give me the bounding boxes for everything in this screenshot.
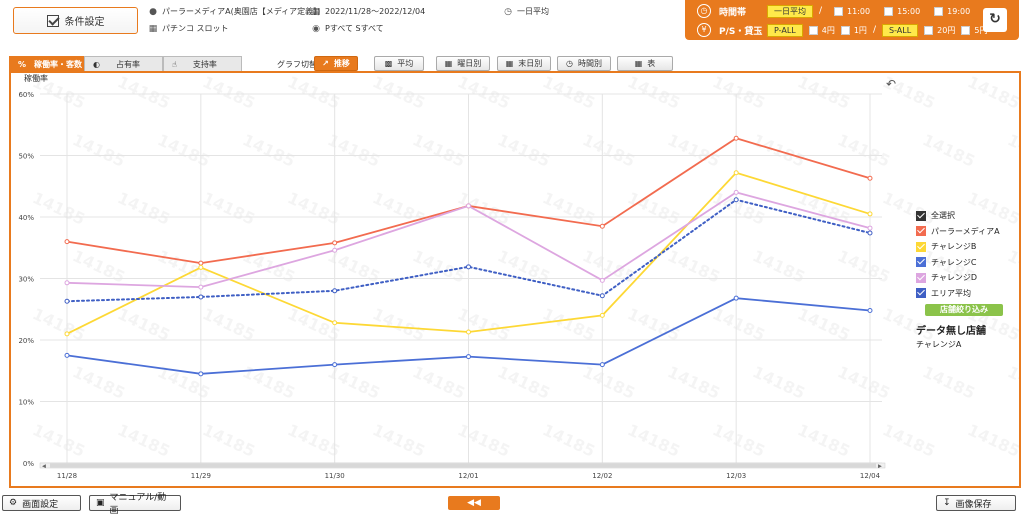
y-tick-label: 30% — [18, 276, 34, 284]
gear-icon: ⚙ — [9, 498, 18, 508]
data-point[interactable] — [198, 294, 204, 300]
y-tick-label: 60% — [18, 91, 34, 99]
data-point[interactable] — [198, 284, 204, 290]
data-point[interactable] — [733, 189, 739, 195]
data-point[interactable] — [198, 371, 204, 377]
save-image-button[interactable]: ↧ 画像保存 — [936, 495, 1016, 511]
legend-item-label: チャレンジD — [931, 273, 978, 283]
data-point[interactable] — [599, 223, 605, 229]
data-point[interactable] — [64, 298, 70, 304]
store-filter-button[interactable]: 店舗絞り込み — [925, 304, 1003, 316]
x-tick-label: 11/28 — [57, 472, 77, 480]
checkbox-checked-icon — [916, 241, 926, 252]
data-point[interactable] — [332, 362, 338, 368]
legend-select-all-label: 全選択 — [931, 211, 955, 221]
data-point[interactable] — [332, 288, 338, 294]
download-icon: ↧ — [943, 498, 951, 508]
y-tick-label: 10% — [18, 399, 34, 407]
data-point[interactable] — [466, 329, 471, 335]
checkbox-checked-icon — [916, 226, 926, 237]
legend-item[interactable]: チャレンジB — [916, 239, 1016, 255]
checkbox-checked-icon — [916, 288, 926, 299]
x-tick-label: 11/29 — [191, 472, 211, 480]
legend-item-label: エリア平均 — [931, 288, 971, 298]
data-point[interactable] — [64, 352, 70, 358]
scroll-left-arrow-icon[interactable]: ◀ — [42, 464, 46, 470]
data-point[interactable] — [64, 280, 70, 286]
scrollbar-thumb[interactable] — [50, 463, 876, 468]
data-point[interactable] — [867, 175, 873, 181]
data-point[interactable] — [466, 264, 471, 270]
y-axis-label: 稼働率 — [24, 73, 48, 83]
screen-settings-button[interactable]: ⚙ 画面設定 — [2, 495, 81, 511]
legend-item[interactable]: チャレンジD — [916, 270, 1016, 286]
manual-video-label: マニュアル/動画 — [109, 493, 167, 515]
x-tick-label: 12/03 — [726, 472, 746, 480]
no-data-store: チャレンジA — [916, 340, 962, 349]
collapse-button[interactable]: ◀◀ — [448, 496, 500, 510]
checkbox-checked-icon — [916, 210, 926, 221]
data-point[interactable] — [198, 260, 204, 266]
scroll-right-arrow-icon[interactable]: ▶ — [878, 464, 882, 470]
y-tick-label: 50% — [18, 153, 34, 161]
legend-item-label: パーラーメディアA — [931, 226, 1000, 236]
data-point[interactable] — [64, 239, 70, 245]
data-point[interactable] — [867, 211, 873, 217]
screen-settings-label: 画面設定 — [22, 499, 59, 510]
checkbox-checked-icon — [916, 257, 926, 268]
chart-legend: 全選択 パーラーメディアA チャレンジB チャレンジC チャレンジD エリア平均 — [916, 208, 1016, 301]
data-point[interactable] — [733, 295, 739, 301]
data-point[interactable] — [867, 225, 873, 231]
legend-select-all[interactable]: 全選択 — [916, 208, 1016, 224]
data-point[interactable] — [733, 197, 739, 203]
data-point[interactable] — [332, 240, 338, 246]
manual-video-button[interactable]: ▣ マニュアル/動画 — [89, 493, 181, 515]
x-tick-label: 11/30 — [325, 472, 345, 480]
checkbox-checked-icon — [916, 272, 926, 283]
data-point[interactable] — [599, 277, 605, 283]
data-point[interactable] — [198, 264, 204, 270]
x-tick-label: 12/04 — [860, 472, 881, 480]
x-tick-label: 12/01 — [458, 472, 478, 480]
data-point[interactable] — [64, 331, 70, 337]
y-tick-label: 0% — [23, 460, 34, 468]
data-point[interactable] — [599, 312, 605, 318]
no-data-title: データ無し店舗 — [916, 326, 986, 337]
legend-item[interactable]: チャレンジC — [916, 255, 1016, 271]
utilization-line-chart: 稼働率 ↶ 0% 10% 20% 30% 40% 50% 60% 11/28 11/29 11/3… — [18, 73, 896, 480]
data-point[interactable] — [466, 203, 471, 209]
data-point[interactable] — [599, 362, 605, 368]
data-point[interactable] — [867, 307, 873, 313]
data-point[interactable] — [733, 135, 739, 141]
data-point[interactable] — [867, 230, 873, 236]
app-root: 条件設定 ● パーラーメディアA(奥園店【メディア定義】) ▦ パチンコ スロッ… — [0, 0, 1024, 515]
save-image-label: 画像保存 — [955, 499, 992, 510]
legend-item[interactable]: エリア平均 — [916, 286, 1016, 302]
data-point[interactable] — [332, 320, 338, 326]
legend-item[interactable]: パーラーメディアA — [916, 224, 1016, 240]
legend-item-label: チャレンジB — [931, 242, 977, 252]
x-tick-label: 12/02 — [592, 472, 612, 480]
y-tick-label: 40% — [18, 214, 34, 222]
legend-item-label: チャレンジC — [931, 257, 977, 267]
data-point[interactable] — [466, 354, 471, 360]
data-point[interactable] — [733, 170, 739, 176]
undo-icon[interactable]: ↶ — [886, 77, 896, 91]
monitor-icon: ▣ — [96, 498, 105, 508]
data-point[interactable] — [332, 247, 338, 253]
y-tick-label: 20% — [18, 337, 34, 345]
data-point[interactable] — [599, 293, 605, 299]
